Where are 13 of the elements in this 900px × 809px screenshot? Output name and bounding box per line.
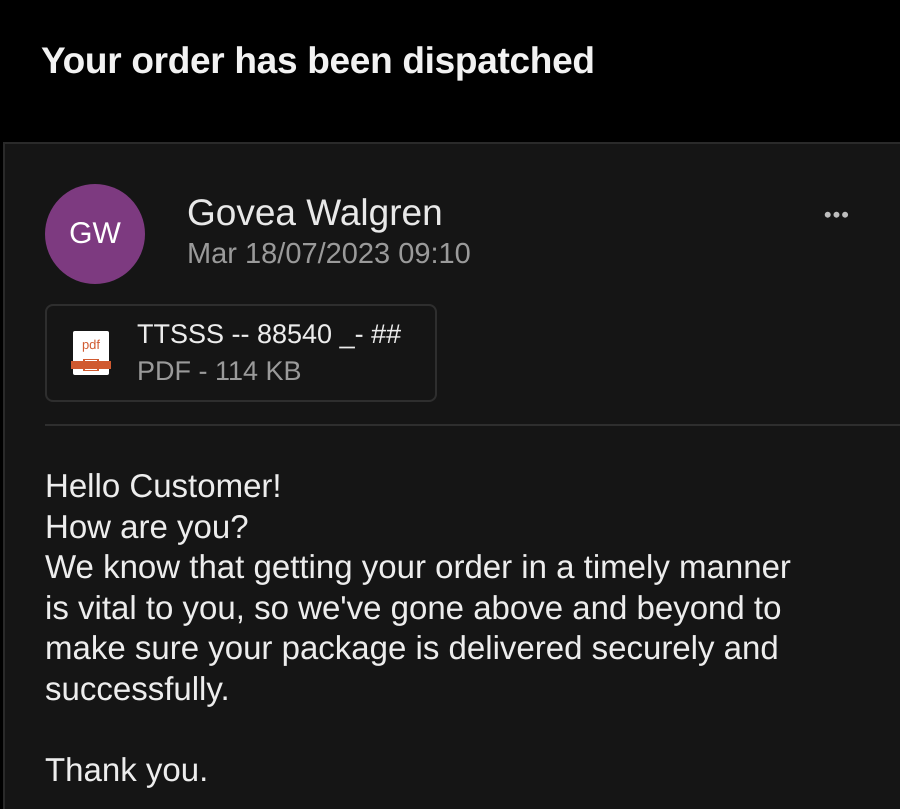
pdf-file-icon: pdf bbox=[73, 331, 109, 375]
message-paragraph: We know that getting your order in a timely manner is vital to you, so we've gone above and beyond to make sure your package is delivered securely and successfully. bbox=[45, 547, 792, 709]
attachment-size: PDF - 114 KB bbox=[137, 356, 303, 387]
message-date: Mar 18/07/2023 09:10 bbox=[187, 238, 472, 271]
avatar: GW bbox=[45, 184, 145, 284]
message-paragraph: Thank you. bbox=[45, 750, 210, 790]
attachment-name: TTSSS -- 88540 _- ## bbox=[137, 319, 402, 350]
message-paragraph: How are you? bbox=[45, 506, 250, 547]
attachment-card[interactable]: pdf TTSSS -- 88540 _- ## PDF - 114 KB bbox=[45, 304, 437, 402]
message-paragraph: Hello Customer! bbox=[45, 466, 283, 506]
subject-title: Your order has been dispatched bbox=[41, 40, 595, 82]
sender-name: Govea Walgren bbox=[187, 192, 444, 234]
more-button[interactable]: ••• bbox=[824, 202, 850, 228]
